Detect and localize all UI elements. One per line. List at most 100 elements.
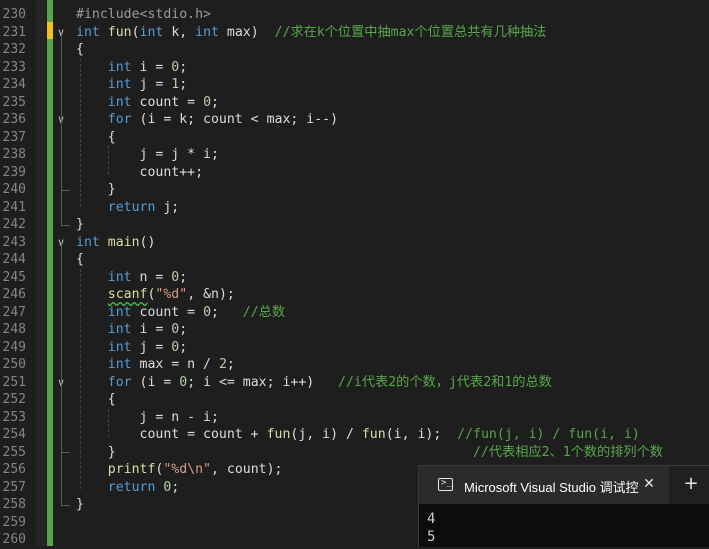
line-number: 253	[2, 409, 26, 425]
console-tab[interactable]: >_ Microsoft Visual Studio 调试控 ✕	[419, 466, 669, 504]
code-line[interactable]: int count = 0;	[76, 94, 219, 112]
code-token: , count);	[211, 462, 283, 477]
new-tab-button[interactable]: +	[681, 474, 701, 494]
code-line[interactable]: for (i = k; count < max; i--)	[76, 111, 338, 129]
code-line[interactable]: {	[76, 41, 84, 59]
code-token: n =	[131, 269, 172, 285]
code-token: int	[107, 94, 132, 110]
line-number: 242	[2, 217, 26, 232]
code-token: 0	[179, 374, 188, 390]
code-line[interactable]: }	[76, 181, 116, 199]
code-token: ;	[211, 94, 219, 110]
code-token: ;	[179, 269, 188, 285]
code-line[interactable]: int fun(int k, int max) //求在k个位置中抽max个位置…	[76, 24, 546, 42]
code-token: int	[107, 357, 132, 372]
code-line[interactable]: int n = 0;	[76, 269, 187, 287]
scope-bracket	[61, 384, 70, 454]
code-token: ;	[211, 304, 243, 320]
line-number: 239	[2, 164, 26, 180]
line-number: 243	[2, 234, 26, 250]
code-token: }	[76, 444, 473, 460]
code-line[interactable]: scanf("%d", &n);	[76, 286, 235, 304]
code-token: ;	[179, 77, 188, 92]
code-token: int	[107, 322, 132, 337]
code-token: (i = k; count < max; i--)	[131, 112, 339, 127]
line-number: 232	[2, 42, 26, 57]
code-line[interactable]: } //代表相应2、1个数的排列个数	[76, 444, 663, 462]
line-number: 257	[2, 479, 26, 495]
code-token: i =	[131, 59, 172, 75]
code-token: //求在k个位置中抽max个位置总共有几种抽法	[274, 24, 547, 40]
code-line[interactable]: {	[76, 251, 84, 269]
console-output-line: 4	[427, 511, 436, 527]
code-token: (	[131, 24, 140, 40]
terminal-icon: >_	[438, 478, 453, 491]
code-token: ;	[179, 59, 188, 75]
code-line[interactable]: int i = 0;	[76, 59, 187, 77]
code-token: fun	[266, 427, 291, 442]
code-token: //i代表2的个数，j代表2和1的总数	[338, 374, 552, 390]
code-token: i =	[131, 322, 172, 337]
line-number: 255	[2, 444, 26, 460]
code-line[interactable]: count++;	[76, 164, 204, 182]
code-line[interactable]: #include<stdio.h>	[76, 6, 211, 24]
code-line[interactable]: int j = 1;	[76, 76, 187, 94]
code-line[interactable]: return 0;	[76, 479, 180, 497]
code-token: return	[107, 199, 156, 215]
code-line[interactable]: int j = 0;	[76, 339, 187, 357]
code-token: printf	[107, 462, 156, 477]
code-line[interactable]: {	[76, 391, 116, 409]
code-line[interactable]: int main()	[76, 234, 155, 252]
code-token: 2	[218, 357, 227, 372]
code-line[interactable]: j = n - i;	[76, 409, 219, 427]
code-line[interactable]: int i = 0;	[76, 321, 187, 339]
debug-console-window[interactable]: >_ Microsoft Visual Studio 调试控 ✕ + 4 5	[418, 465, 709, 547]
line-number: 256	[2, 462, 26, 477]
code-line[interactable]: j = j * i;	[76, 146, 219, 164]
code-token: ;	[171, 479, 180, 495]
code-line[interactable]: int count = 0; //总数	[76, 304, 285, 322]
code-token: count = count +	[76, 427, 267, 442]
code-token: {	[76, 129, 116, 145]
code-token: (i, i);	[385, 427, 458, 442]
code-token: 0	[203, 304, 212, 320]
code-token: }	[76, 182, 116, 197]
scope-bracket	[61, 244, 70, 506]
close-icon[interactable]: ✕	[639, 474, 659, 494]
line-number: 247	[2, 304, 26, 320]
code-line[interactable]: }	[76, 496, 84, 514]
code-line[interactable]: count = count + fun(j, i) / fun(i, i); /…	[76, 426, 640, 444]
line-number: 234	[2, 77, 26, 92]
code-token: j = n - i;	[76, 409, 219, 425]
line-number: 237	[2, 129, 26, 145]
code-token: count =	[131, 94, 204, 110]
code-token: max = n /	[131, 357, 219, 372]
code-token: int	[139, 24, 164, 40]
code-line[interactable]: printf("%d\n", count);	[76, 461, 283, 479]
code-line[interactable]: }	[76, 216, 84, 234]
code-token: count++;	[76, 164, 204, 180]
line-number: 258	[2, 497, 26, 512]
selection-margin	[36, 0, 46, 546]
code-line[interactable]: {	[76, 129, 116, 147]
line-number: 240	[2, 182, 26, 197]
code-line[interactable]: for (i = 0; i <= max; i++) //i代表2的个数，j代表…	[76, 374, 552, 392]
code-token: ;	[179, 339, 188, 355]
code-token: j =	[131, 339, 172, 355]
code-line[interactable]: int max = n / 2;	[76, 356, 235, 374]
code-token: //代表相应2、1个数的排列个数	[472, 444, 663, 460]
line-number: 248	[2, 322, 26, 337]
code-token: {	[76, 252, 84, 267]
line-number: 238	[2, 147, 26, 162]
code-line[interactable]: return j;	[76, 199, 179, 217]
line-number: 245	[2, 269, 26, 285]
